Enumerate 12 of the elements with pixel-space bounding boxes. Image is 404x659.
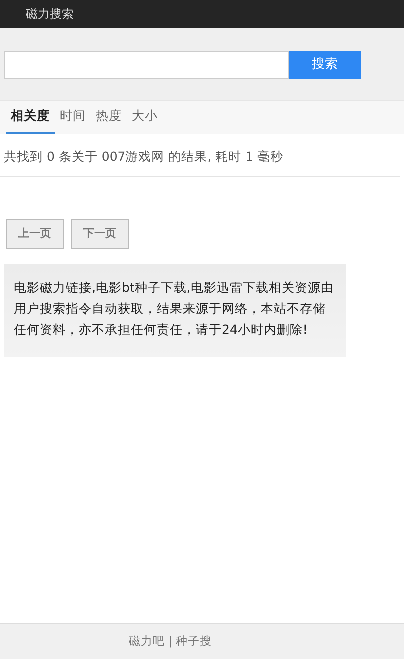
site-title: 磁力搜索 bbox=[26, 6, 74, 23]
result-summary: 共找到 0 条关于 007游戏网 的结果, 耗时 1 毫秒 bbox=[0, 134, 400, 177]
sort-tab[interactable]: 相关度 bbox=[6, 101, 55, 134]
sort-tab[interactable]: 时间 bbox=[55, 101, 91, 134]
page-button[interactable]: 下一页 bbox=[71, 218, 129, 249]
page-button[interactable]: 上一页 bbox=[6, 218, 64, 249]
search-field[interactable] bbox=[4, 50, 289, 78]
footer-links: 磁力吧 | 种子搜 bbox=[129, 632, 212, 650]
sort-tab[interactable]: 大小 bbox=[127, 101, 163, 134]
sort-tab[interactable]: 热度 bbox=[91, 101, 127, 134]
disclaimer-notice: 电影磁力链接,电影bt种子下载,电影迅雷下载相关资源由用户搜索指令自动获取，结果来源于网络，本站不存储任何资料，亦不承担任何责任，请于24小时内删除! bbox=[4, 264, 346, 357]
search-button[interactable]: 搜索 bbox=[289, 50, 361, 78]
